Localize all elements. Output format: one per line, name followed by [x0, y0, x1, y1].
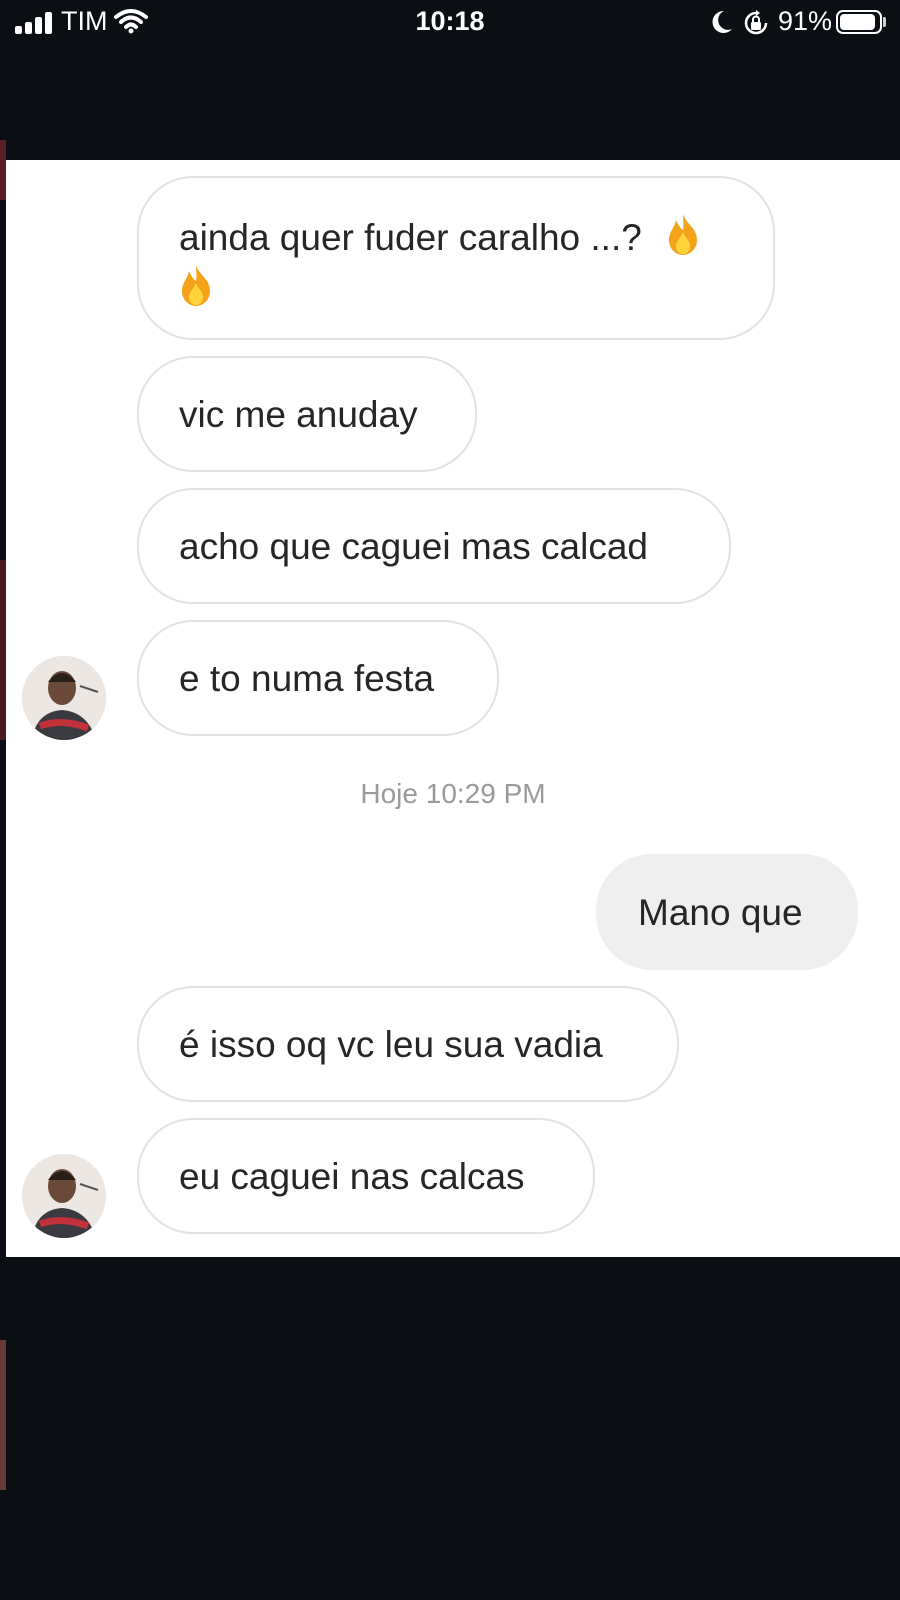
- message-text: é isso oq vc leu sua vadia: [179, 1024, 603, 1065]
- message-text: Mano que: [638, 892, 803, 933]
- status-bar: TIM 10:18 91%: [0, 0, 900, 46]
- battery-level: [840, 14, 875, 30]
- battery-icon: [836, 10, 882, 34]
- message-bubble: e to numa festa: [137, 620, 499, 736]
- battery-percentage: 91%: [778, 6, 833, 36]
- message-timestamp: Hoje 10:29 PM: [360, 778, 546, 809]
- do-not-disturb-moon-icon: [712, 10, 732, 33]
- left-edge-strip: [0, 1340, 6, 1490]
- message-text: eu caguei nas calcas: [179, 1156, 525, 1197]
- fire-emoji-icon: [182, 265, 210, 306]
- avatar[interactable]: [22, 656, 106, 740]
- chat-screenshot: ainda quer fuder caralho ...? vic me anu…: [6, 160, 900, 1257]
- avatar[interactable]: [22, 1154, 106, 1238]
- message-text: ainda quer fuder caralho ...?: [179, 217, 642, 258]
- my-message-bubble: Mano que: [596, 854, 858, 970]
- message-bubble: eu caguei nas calcas: [137, 1118, 595, 1234]
- battery-cap: [883, 17, 886, 27]
- message-bubble: acho que caguei mas calcad: [137, 488, 731, 604]
- message-bubble: vic me anuday: [137, 356, 477, 472]
- message-text: e to numa festa: [179, 658, 435, 699]
- message-text: acho que caguei mas calcad: [179, 526, 648, 567]
- message-bubble: é isso oq vc leu sua vadia: [137, 986, 679, 1102]
- avatar-photo: [22, 656, 106, 740]
- avatar-photo: [22, 1154, 106, 1238]
- message-text: vic me anuday: [179, 394, 418, 435]
- rotation-lock-icon: [744, 10, 768, 35]
- fire-emoji-icon: [669, 214, 698, 255]
- message-bubble: ainda quer fuder caralho ...?: [137, 176, 775, 340]
